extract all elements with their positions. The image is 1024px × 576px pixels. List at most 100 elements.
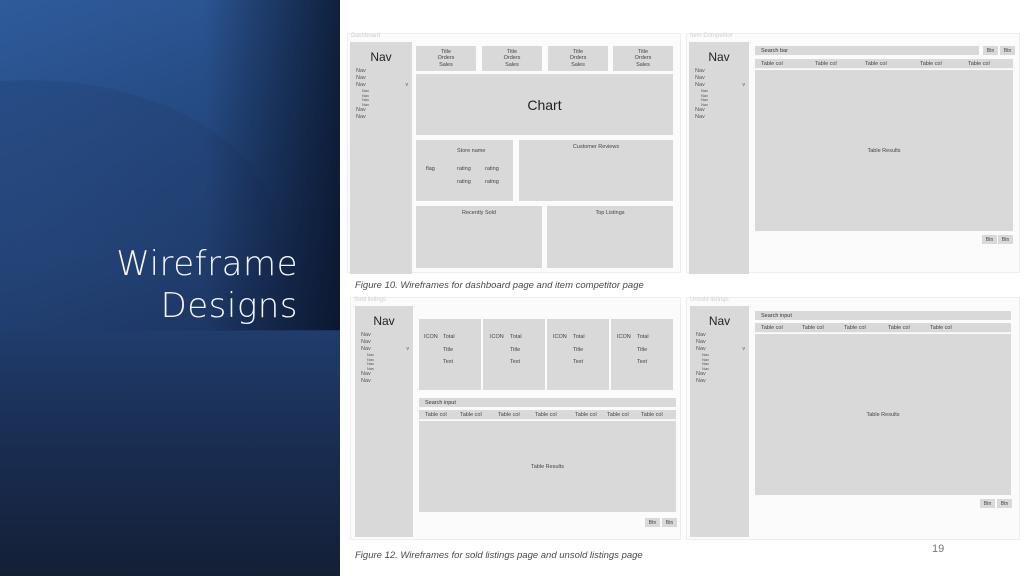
bottom-button[interactable]: Btn [662, 518, 677, 527]
table-col[interactable]: Table col [535, 412, 575, 418]
summary-card: ICON Total Title Text [419, 319, 481, 390]
stat-sales: Sales [571, 61, 585, 68]
recently-sold-label: Recently Sold [462, 210, 496, 216]
table-results-label: Table Results [530, 463, 565, 470]
summary-card: ICON Total Title Text [547, 319, 609, 390]
bottom-button[interactable]: Btn [982, 235, 997, 244]
decorative-band [0, 331, 340, 576]
nav-item[interactable]: Nav [350, 75, 412, 82]
store-name: Store name [457, 148, 486, 154]
rating: rating [457, 179, 471, 185]
card-text: Text [510, 359, 521, 365]
recently-sold-panel: Recently Sold [416, 206, 542, 268]
nav-title: Nav [373, 314, 395, 328]
table-col[interactable]: Table col [865, 61, 920, 67]
table-col[interactable]: Table col [575, 412, 607, 418]
card-title: Title [573, 347, 584, 353]
top-button[interactable]: Btn [983, 46, 998, 55]
table-col[interactable]: Table col [802, 325, 844, 331]
card-icon: ICON [424, 334, 438, 340]
top-listings-panel: Top Listings [547, 206, 673, 268]
nav-item[interactable]: Nav [355, 339, 413, 346]
nav-item[interactable]: Nav [355, 378, 413, 385]
rating: rating [485, 166, 499, 172]
nav-item-expandable[interactable]: Nav v [350, 82, 412, 89]
item-competitor-wireframe: Item Competitor Nav Nav Nav Nav v Nav Nav… [686, 33, 1020, 274]
card-icon: ICON [490, 334, 504, 340]
nav-sidebar: Nav Nav Nav Nav v Nav Nav Nav Nav Nav Nav [690, 306, 749, 537]
table-col[interactable]: Table col [968, 61, 1013, 67]
dashboard-wireframe: Dashboard Nav Nav Nav Nav v Nav Nav Nav N… [347, 33, 681, 274]
chart-label: Chart [527, 96, 562, 113]
nav-item[interactable]: Nav [689, 68, 749, 75]
table-col[interactable]: Table col [920, 61, 968, 67]
nav-item-label: Nav [695, 82, 705, 88]
stat-card: Title Orders Sales [482, 46, 542, 71]
card-title: Title [510, 347, 521, 353]
card-text: Text [637, 359, 648, 365]
nav-item[interactable]: Nav [690, 339, 749, 346]
table-col[interactable]: Table col [498, 412, 535, 418]
bottom-button[interactable]: Btn [645, 518, 660, 527]
table-col[interactable]: Table col [761, 325, 802, 331]
nav-item[interactable]: Nav [355, 332, 413, 339]
summary-card: ICON Total Title Text [611, 319, 673, 390]
search-placeholder: Search bar [761, 47, 788, 54]
nav-item[interactable]: Nav [355, 371, 413, 378]
store-card: Store name flag rating rating rating rat… [416, 140, 513, 201]
card-title: Title [637, 347, 648, 353]
nav-item-expandable[interactable]: Nav v [689, 82, 749, 89]
bottom-button[interactable]: Btn [980, 499, 995, 508]
table-results: Table Results [419, 421, 676, 512]
chevron-down-icon[interactable]: v [406, 82, 409, 89]
nav-item[interactable]: Nav [690, 378, 749, 385]
nav-title: Nav [370, 50, 392, 64]
card-icon: ICON [617, 334, 631, 340]
title-panel: Wireframe Designs [0, 0, 340, 576]
stat-sales: Sales [505, 61, 519, 68]
nav-item-expandable[interactable]: Nav v [355, 346, 413, 353]
search-placeholder: Search input [761, 312, 792, 319]
card-total: Total [443, 334, 455, 340]
table-col[interactable]: Table col [425, 412, 460, 418]
nav-title: Nav [708, 314, 731, 328]
chevron-down-icon[interactable]: v [407, 346, 410, 353]
nav-item[interactable]: Nav [689, 75, 749, 82]
card-text: Text [573, 359, 584, 365]
table-col[interactable]: Table col [844, 325, 888, 331]
top-button[interactable]: Btn [1000, 46, 1015, 55]
sold-listings-wireframe: Sold listings Nav Nav Nav Nav v Nav Nav N… [350, 297, 681, 540]
nav-item-expandable[interactable]: Nav v [690, 346, 749, 353]
nav-item[interactable]: Nav [690, 332, 749, 339]
search-input[interactable]: Search input [755, 311, 1011, 320]
stat-card: Title Orders Sales [548, 46, 608, 71]
nav-item-label: Nav [696, 346, 706, 352]
nav-item[interactable]: Nav [689, 114, 749, 121]
table-col[interactable]: Table col [930, 325, 970, 331]
nav-item[interactable]: Nav [350, 107, 412, 114]
table-col[interactable]: Table col [761, 61, 815, 67]
nav-item[interactable]: Nav [350, 114, 412, 121]
table-col[interactable]: Table col [607, 412, 641, 418]
table-col[interactable]: Table col [460, 412, 498, 418]
table-header: Table col Table col Table col Table col … [755, 59, 1013, 69]
nav-item[interactable]: Nav [690, 371, 749, 378]
summary-card: ICON Total Title Text [483, 319, 545, 390]
table-results: Table Results [755, 334, 1011, 495]
chart-placeholder: Chart [416, 74, 673, 135]
chevron-down-icon[interactable]: v [743, 82, 746, 89]
nav-sidebar: Nav Nav Nav Nav v Nav Nav Nav Nav Nav Nav [355, 306, 413, 537]
frame-label: Unsold listings [690, 297, 729, 303]
chevron-down-icon[interactable]: v [743, 346, 746, 353]
nav-item[interactable]: Nav [350, 68, 412, 75]
table-col[interactable]: Table col [815, 61, 865, 67]
nav-item[interactable]: Nav [689, 107, 749, 114]
bottom-button[interactable]: Btn [998, 235, 1013, 244]
table-col[interactable]: Table col [641, 412, 671, 418]
bottom-button[interactable]: Btn [997, 499, 1012, 508]
table-results-label: Table Results [867, 147, 901, 154]
search-input[interactable]: Search input [419, 398, 676, 407]
figure-12-caption: Figure 12. Wireframes for sold listings … [355, 550, 643, 561]
table-col[interactable]: Table col [888, 325, 930, 331]
search-bar[interactable]: Search bar [755, 46, 979, 55]
